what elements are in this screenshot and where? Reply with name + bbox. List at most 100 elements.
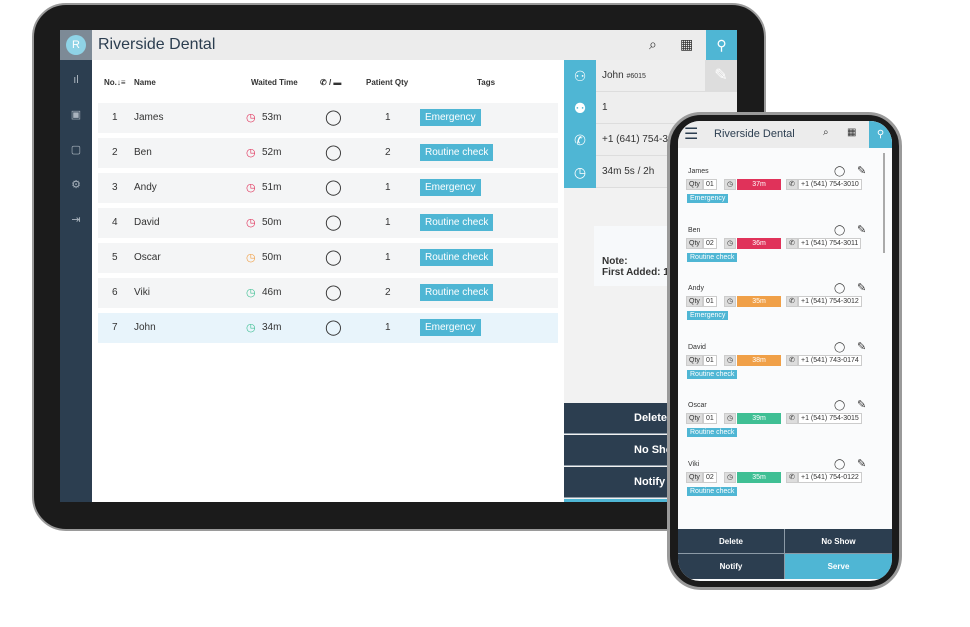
patient-card[interactable]: Andy ◯ ✎ Qty 01 ◷ 35m ✆ +1 (541) 754-301… — [686, 281, 876, 341]
message-icon[interactable]: ◯ — [834, 283, 845, 294]
header-contact: ✆ / ▬ — [320, 78, 342, 87]
message-icon[interactable]: ◯ — [325, 178, 342, 196]
row-qty: 1 — [385, 322, 391, 333]
table-row[interactable]: 3 Andy ◷ 51m ◯ 1 Emergency — [98, 173, 558, 203]
phone-no-show-button[interactable]: No Show — [785, 529, 892, 554]
phone-icon: ✆ — [786, 471, 798, 483]
card-phone: +1 (541) 754-3012 — [798, 296, 862, 307]
user-icon[interactable]: ⚲ — [869, 121, 892, 148]
message-icon[interactable]: ◯ — [834, 225, 845, 236]
table-row[interactable]: 1 James ◷ 53m ◯ 1 Emergency — [98, 103, 558, 133]
search-icon[interactable]: ⌕ — [823, 127, 829, 138]
qty-label: Qty — [686, 296, 703, 307]
phone-app-title: Riverside Dental — [714, 128, 795, 140]
card-qty: 01 — [703, 354, 717, 366]
message-icon[interactable]: ◯ — [834, 342, 845, 353]
archive-icon[interactable]: ▣ — [60, 108, 92, 121]
card-name: Ben — [688, 226, 701, 234]
search-icon[interactable]: ⌕ — [649, 36, 657, 53]
tag-badge: Routine check — [687, 486, 738, 496]
clock-icon: ◷ — [724, 413, 737, 424]
tag-badge: Emergency — [420, 109, 481, 126]
message-icon[interactable]: ◯ — [325, 248, 342, 266]
tag-badge: Routine check — [687, 252, 738, 262]
patient-card[interactable]: James ◯ ✎ Qty 01 ◷ 37m ✆ +1 (541) 754-30… — [686, 164, 876, 224]
table-row[interactable]: 4 David ◷ 50m ◯ 1 Routine check — [98, 208, 558, 238]
phone-icon: ✆ — [786, 296, 798, 307]
message-icon[interactable]: ◯ — [834, 459, 845, 470]
edit-pencil-icon[interactable]: ✎ — [857, 281, 866, 294]
phone-serve-button[interactable]: Serve — [785, 554, 892, 579]
calendar-icon[interactable]: ▦ — [847, 127, 856, 138]
logo-avatar: R — [66, 35, 86, 55]
card-time: 37m — [737, 179, 781, 190]
row-waited: 53m — [262, 112, 282, 123]
tag-badge: Routine check — [420, 144, 494, 161]
message-icon[interactable]: ◯ — [325, 318, 342, 336]
tag-badge: Emergency — [687, 194, 729, 203]
phone-icon: ✆ — [564, 124, 596, 156]
scrollbar[interactable] — [883, 153, 885, 253]
phone-delete-button[interactable]: Delete — [678, 529, 785, 554]
header-qty: Patient Qty — [366, 78, 409, 87]
row-name: Ben — [134, 147, 152, 158]
calendar-icon[interactable]: ▦ — [680, 36, 693, 53]
qty-label: Qty — [686, 237, 703, 249]
phone-icon: ✆ — [786, 413, 798, 424]
tag-badge: Routine check — [420, 214, 494, 231]
edit-pencil-icon[interactable]: ✎ — [857, 398, 866, 411]
tablet-screen: R ıl ▣ ▢ ⚙ ⇥ Riverside Dental ⌕ ▦ ⚲ No.↓… — [60, 30, 737, 502]
header-no[interactable]: No.↓≡ — [104, 78, 126, 87]
user-icon[interactable]: ⚲ — [706, 30, 737, 60]
qty-label: Qty — [686, 471, 703, 483]
row-number: 4 — [112, 217, 118, 228]
edit-pencil-icon[interactable]: ✎ — [705, 60, 737, 92]
card-qty: 02 — [703, 237, 717, 249]
card-name: Viki — [688, 460, 700, 468]
patient-card[interactable]: Ben ◯ ✎ Qty 02 ◷ 36m ✆ +1 (541) 754-3011… — [686, 223, 876, 283]
message-icon[interactable]: ◯ — [325, 108, 342, 126]
row-name: Viki — [134, 287, 150, 298]
row-number: 3 — [112, 182, 118, 193]
bag-icon[interactable]: ▢ — [60, 143, 92, 156]
message-icon[interactable]: ◯ — [834, 400, 845, 411]
row-name: Andy — [134, 182, 157, 193]
edit-pencil-icon[interactable]: ✎ — [857, 223, 866, 236]
card-qty: 02 — [703, 471, 717, 483]
table-row[interactable]: 7 John ◷ 34m ◯ 1 Emergency — [98, 313, 558, 343]
edit-pencil-icon[interactable]: ✎ — [857, 457, 866, 470]
row-number: 7 — [112, 322, 118, 333]
sidebar: R ıl ▣ ▢ ⚙ ⇥ — [60, 30, 92, 502]
card-phone: +1 (541) 754-3011 — [798, 237, 862, 249]
message-icon[interactable]: ◯ — [834, 166, 845, 177]
message-icon[interactable]: ◯ — [325, 283, 342, 301]
patient-card[interactable]: David ◯ ✎ Qty 01 ◷ 38m ✆ +1 (541) 743-01… — [686, 340, 876, 400]
clock-icon: ◷ — [246, 322, 256, 334]
row-number: 2 — [112, 147, 118, 158]
tag-badge: Routine check — [687, 428, 738, 437]
tag-badge: Routine check — [420, 249, 494, 266]
patient-card[interactable]: Oscar ◯ ✎ Qty 01 ◷ 39m ✆ +1 (541) 754-30… — [686, 398, 876, 458]
chart-icon[interactable]: ıl — [60, 74, 92, 86]
row-qty: 2 — [385, 147, 391, 158]
clock-icon: ◷ — [724, 179, 737, 190]
card-time: 39m — [737, 413, 781, 424]
phone-notify-button[interactable]: Notify — [678, 554, 785, 579]
detail-phone: +1 (641) 754-30 — [602, 134, 674, 145]
message-icon[interactable]: ◯ — [325, 143, 342, 161]
gear-icon[interactable]: ⚙ — [60, 178, 92, 191]
row-name: James — [134, 112, 164, 123]
edit-pencil-icon[interactable]: ✎ — [857, 164, 866, 177]
table-row[interactable]: 5 Oscar ◷ 50m ◯ 1 Routine check — [98, 243, 558, 273]
edit-pencil-icon[interactable]: ✎ — [857, 340, 866, 353]
table-row[interactable]: 2 Ben ◷ 52m ◯ 2 Routine check — [98, 138, 558, 168]
table-row[interactable]: 6 Viki ◷ 46m ◯ 2 Routine check — [98, 278, 558, 308]
patient-card[interactable]: Viki ◯ ✎ Qty 02 ◷ 35m ✆ +1 (541) 754-012… — [686, 457, 876, 517]
row-qty: 1 — [385, 112, 391, 123]
clock-icon: ◷ — [564, 156, 596, 188]
logout-icon[interactable]: ⇥ — [60, 213, 92, 226]
header-waited: Waited Time — [251, 78, 298, 87]
message-icon[interactable]: ◯ — [325, 213, 342, 231]
row-waited: 51m — [262, 182, 282, 193]
menu-icon[interactable]: ☰ — [684, 124, 698, 144]
